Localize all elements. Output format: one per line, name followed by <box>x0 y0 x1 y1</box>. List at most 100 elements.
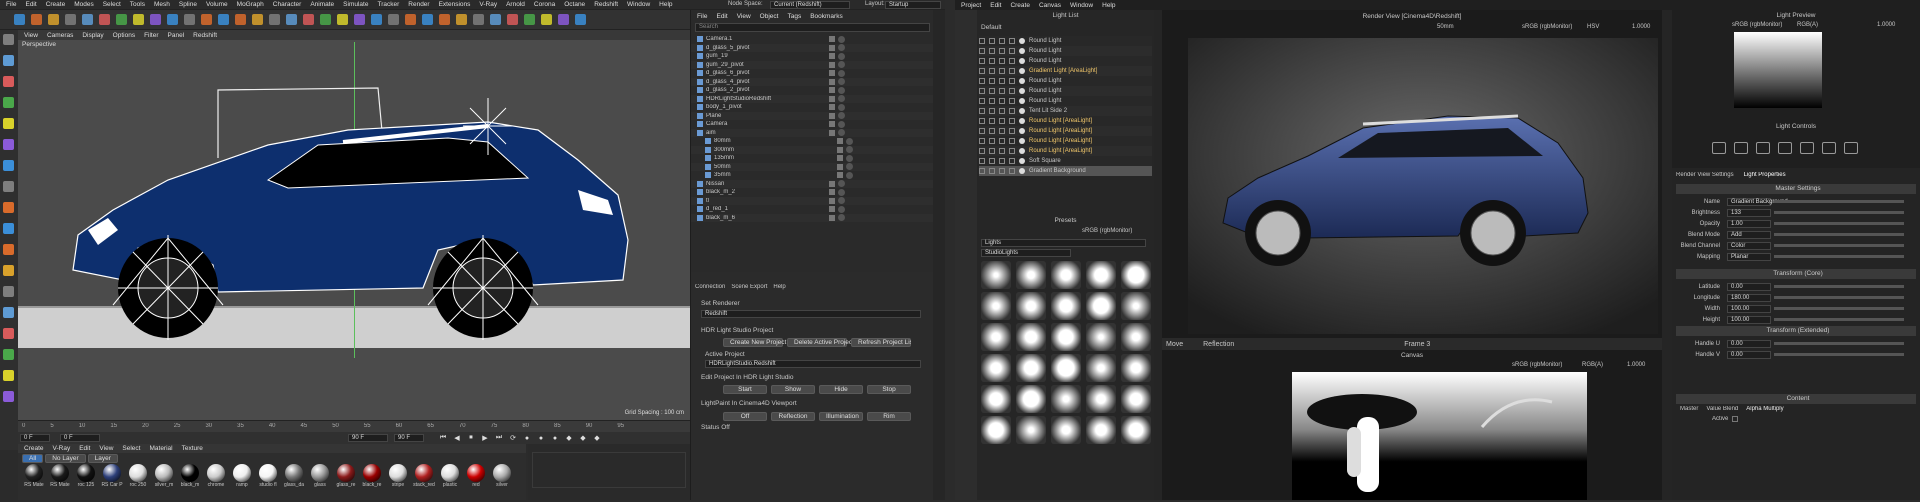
toolbar-tool-icon[interactable] <box>82 14 93 25</box>
light-toggle-icon[interactable] <box>979 118 985 124</box>
light-toggle-icon[interactable] <box>1009 48 1015 54</box>
material-tag-icon[interactable] <box>838 129 845 137</box>
edit-project-button[interactable]: Show <box>771 385 815 394</box>
left-tool-icon[interactable] <box>3 349 14 360</box>
toolbar-tool-icon[interactable] <box>320 14 331 25</box>
material-item[interactable]: roc 125 <box>74 464 98 488</box>
preset-thumb[interactable] <box>981 323 1011 351</box>
material-item[interactable]: glass_da <box>282 464 306 488</box>
attr-tab[interactable]: Connection <box>695 284 725 290</box>
transform-core-head[interactable]: Transform (Core) <box>1676 269 1916 279</box>
light-toggle-icon[interactable] <box>979 88 985 94</box>
material-menu-create[interactable]: Create <box>24 445 44 452</box>
left-tool-icon[interactable] <box>3 55 14 66</box>
project-button[interactable]: Delete Active Project <box>787 338 854 347</box>
preset-thumb[interactable] <box>1121 323 1151 351</box>
toolbar-tool-icon[interactable] <box>65 14 76 25</box>
material-tag-icon[interactable] <box>838 86 845 94</box>
light-toggle-icon[interactable] <box>989 98 995 104</box>
property-slider[interactable] <box>1774 222 1904 225</box>
property-value[interactable]: 133 <box>1727 208 1771 217</box>
light-toggle-icon[interactable] <box>989 58 995 64</box>
object-row[interactable]: black_m_6 <box>691 213 934 222</box>
render-image[interactable] <box>1188 38 1658 334</box>
c4d-menu-animate[interactable]: Animate <box>310 1 334 8</box>
material-item[interactable]: RS Mate <box>22 464 46 488</box>
master-settings-head[interactable]: Master Settings <box>1676 184 1916 194</box>
c4d-menu-character[interactable]: Character <box>273 1 302 8</box>
preset-thumb[interactable] <box>1051 323 1081 351</box>
light-list-row[interactable]: Round Light [AreaLight] <box>979 146 1152 156</box>
object-visibility-icon[interactable] <box>829 104 835 111</box>
preset-thumb[interactable] <box>1121 385 1151 413</box>
property-value[interactable]: 1.00 <box>1727 219 1771 228</box>
toolbar-tool-icon[interactable] <box>48 14 59 25</box>
move-label[interactable]: Move <box>1166 341 1183 348</box>
object-row[interactable]: 80mm <box>691 137 934 146</box>
light-toggle-icon[interactable] <box>999 148 1005 154</box>
preset-thumb[interactable] <box>981 354 1011 382</box>
left-tool-icon[interactable] <box>3 139 14 150</box>
object-visibility-icon[interactable] <box>829 121 835 128</box>
material-item[interactable]: glass_re <box>334 464 358 488</box>
props-tab[interactable]: Light Properties <box>1744 172 1786 178</box>
current-frame[interactable]: 0 F <box>20 434 50 442</box>
attr-tab[interactable]: Scene Export <box>731 284 767 290</box>
object-menu-tags[interactable]: Tags <box>787 13 801 20</box>
property-value[interactable]: Color <box>1727 241 1771 250</box>
material-tag-icon[interactable] <box>838 103 845 111</box>
toolbar-tool-icon[interactable] <box>133 14 144 25</box>
preset-thumb[interactable] <box>1016 354 1046 382</box>
canvas-zoom[interactable]: 1.0000 <box>1627 362 1645 368</box>
c4d-menu-mograph[interactable]: MoGraph <box>237 1 264 8</box>
hdr-menu-edit[interactable]: Edit <box>990 2 1001 9</box>
light-toggle-icon[interactable] <box>999 68 1005 74</box>
object-visibility-icon[interactable] <box>829 95 835 102</box>
light-control-icon[interactable] <box>1822 142 1836 154</box>
timeline[interactable]: 0 5 10 15 20 25 30 35 40 45 50 55 60 65 70 75 80 85 90 95 <box>18 420 690 432</box>
layout-select[interactable]: Startup <box>885 1 941 9</box>
preset-thumb[interactable] <box>981 261 1011 289</box>
c4d-menu-arnold[interactable]: Arnold <box>506 1 525 8</box>
active-checkbox[interactable] <box>1732 416 1739 422</box>
edit-project-button[interactable]: Hide <box>819 385 863 394</box>
object-visibility-icon[interactable] <box>837 138 843 145</box>
toolbar-tool-icon[interactable] <box>371 14 382 25</box>
presets-colorspace[interactable]: sRGB (rgbMonitor) <box>1082 228 1132 234</box>
object-menu-object[interactable]: Object <box>760 13 779 20</box>
reflection-label[interactable]: Reflection <box>1203 341 1234 348</box>
transport-button-icon[interactable]: ⟳ <box>508 434 518 442</box>
transport-button-icon[interactable]: ● <box>522 435 532 442</box>
content-head[interactable]: Content <box>1676 394 1916 404</box>
preset-thumb[interactable] <box>981 385 1011 413</box>
light-toggle-icon[interactable] <box>1009 108 1015 114</box>
material-menu-material[interactable]: Material <box>149 445 172 452</box>
c4d-menu-simulate[interactable]: Simulate <box>343 1 368 8</box>
c4d-menu-redshift[interactable]: Redshift <box>594 1 618 8</box>
hdr-menu-help[interactable]: Help <box>1102 2 1115 9</box>
light-toggle-icon[interactable] <box>1009 168 1015 174</box>
hdr-menu-create[interactable]: Create <box>1010 2 1030 9</box>
light-toggle-icon[interactable] <box>989 68 995 74</box>
material-tag-icon[interactable] <box>838 214 845 222</box>
object-row[interactable]: d_glass_2_pivot <box>691 86 934 95</box>
transport-button-icon[interactable]: ◆ <box>578 434 588 442</box>
left-tool-icon[interactable] <box>3 118 14 129</box>
material-tag-icon[interactable] <box>846 171 853 179</box>
c4d-menu-render[interactable]: Render <box>408 1 429 8</box>
toolbar-tool-icon[interactable] <box>524 14 535 25</box>
preset-thumb[interactable] <box>1121 261 1151 289</box>
toolbar-tool-icon[interactable] <box>235 14 246 25</box>
material-menu-select[interactable]: Select <box>122 445 140 452</box>
material-item[interactable]: black_m <box>178 464 202 488</box>
left-tool-icon[interactable] <box>3 223 14 234</box>
light-toggle-icon[interactable] <box>989 148 995 154</box>
light-list-row[interactable]: Round Light <box>979 96 1152 106</box>
preset-thumb[interactable] <box>1086 323 1116 351</box>
lp-zoom[interactable]: 1.0000 <box>1877 22 1895 28</box>
light-toggle-icon[interactable] <box>989 78 995 84</box>
material-item[interactable]: RS Car P <box>100 464 124 488</box>
property-value[interactable]: Gradient Background <box>1727 197 1788 206</box>
light-control-icon[interactable] <box>1778 142 1792 154</box>
light-toggle-icon[interactable] <box>979 108 985 114</box>
